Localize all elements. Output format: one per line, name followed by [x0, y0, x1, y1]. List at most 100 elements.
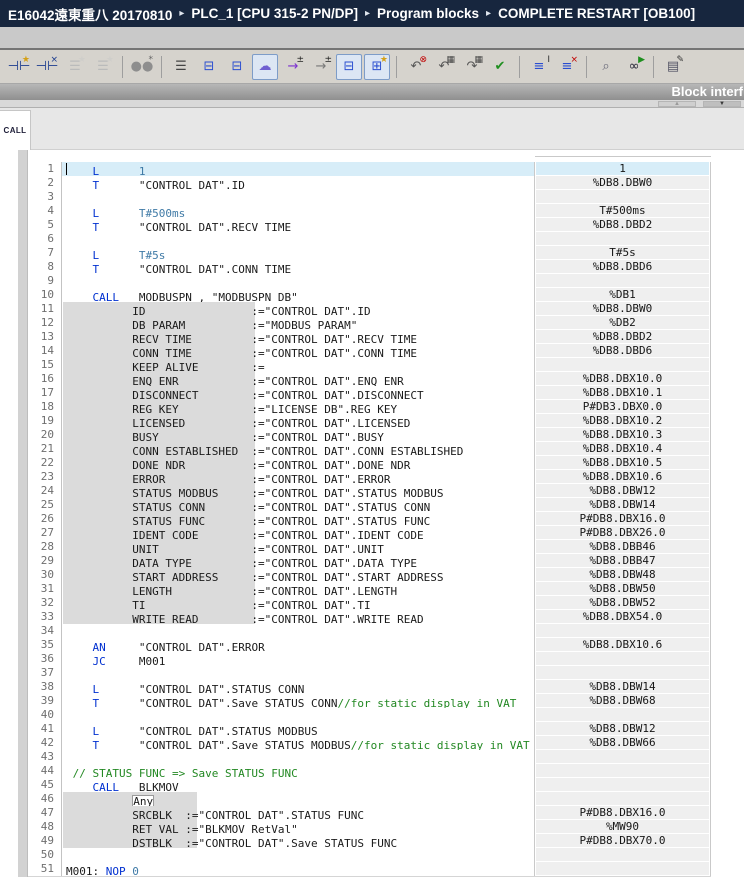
- code-line[interactable]: 28 UNIT :="CONTROL_DAT".UNIT%DB8.DBB46: [28, 540, 711, 554]
- code-cell[interactable]: LENGTH :="CONTROL_DAT".LENGTH: [62, 582, 535, 596]
- code-cell[interactable]: T "CONTROL_DAT".Save_STATUS_CONN//for st…: [62, 694, 535, 708]
- code-line[interactable]: 19 LICENSED :="CONTROL_DAT".LICENSED%DB8…: [28, 414, 711, 428]
- code-line[interactable]: 47 SRCBLK :="CONTROL_DAT".STATUS_FUNCP#D…: [28, 806, 711, 820]
- edit-block-properties-icon[interactable]: ▤✎: [660, 54, 686, 80]
- code-line[interactable]: 2 T "CONTROL_DAT".ID%DB8.DBW0: [28, 176, 711, 190]
- insert-network-icon[interactable]: ⊣⊢★: [6, 54, 32, 80]
- code-line[interactable]: 18 REG_KEY :="LICENSE_DB".REG_KEYP#DB3.D…: [28, 400, 711, 414]
- code-cell[interactable]: L "CONTROL_DAT".STATUS_MODBUS: [62, 722, 535, 736]
- code-line[interactable]: 48 RET_VAL :="BLKMOV_RetVal"%MW90: [28, 820, 711, 834]
- code-cell[interactable]: [62, 666, 535, 680]
- previous-error-icon[interactable]: ↶⊗: [403, 54, 429, 80]
- save-and-reorganize-icon[interactable]: ↶▦: [431, 54, 457, 80]
- code-cell[interactable]: TI :="CONTROL_DAT".TI: [62, 596, 535, 610]
- code-editor[interactable]: 1 L 112 T "CONTROL_DAT".ID%DB8.DBW0 34 L …: [0, 150, 744, 885]
- find-in-block-icon[interactable]: ⌕: [593, 54, 619, 80]
- open-all-networks-icon[interactable]: ⊟: [196, 54, 222, 80]
- code-cell[interactable]: [62, 274, 535, 288]
- delete-network-icon[interactable]: ⊣⊢×: [34, 54, 60, 80]
- code-line[interactable]: 33 WRITE_READ :="CONTROL_DAT".WRITE_READ…: [28, 610, 711, 624]
- code-cell[interactable]: DB_PARAM :="MODBUS_PARAM": [62, 316, 535, 330]
- code-line[interactable]: 6: [28, 232, 711, 246]
- code-cell[interactable]: WRITE_READ :="CONTROL_DAT".WRITE_READ: [62, 610, 535, 624]
- code-line[interactable]: 44 // STATUS_FUNC => Save_STATUS_FUNC: [28, 764, 711, 778]
- code-cell[interactable]: [62, 232, 535, 246]
- code-cell[interactable]: L T#500ms: [62, 204, 535, 218]
- code-line[interactable]: 42 T "CONTROL_DAT".Save_STATUS_MODBUS//f…: [28, 736, 711, 750]
- load-block-icon[interactable]: ↷▦: [459, 54, 485, 80]
- code-line[interactable]: 4 L T#500msT#500ms: [28, 204, 711, 218]
- code-cell[interactable]: RET_VAL :="BLKMOV_RetVal": [62, 820, 535, 834]
- code-cell[interactable]: KEEP_ALIVE :=: [62, 358, 535, 372]
- code-cell[interactable]: LICENSED :="CONTROL_DAT".LICENSED: [62, 414, 535, 428]
- code-line[interactable]: 10 CALL MODBUSPN , "MODBUSPN_DB"%DB1: [28, 288, 711, 302]
- breadcrumb-item[interactable]: PLC_1 [CPU 315-2 PN/DP]: [191, 6, 358, 21]
- code-line[interactable]: 35 AN "CONTROL_DAT".ERROR%DB8.DBX10.6: [28, 638, 711, 652]
- code-line[interactable]: 50: [28, 848, 711, 862]
- code-cell[interactable]: DATA_TYPE :="CONTROL_DAT".DATA_TYPE: [62, 554, 535, 568]
- code-cell[interactable]: T "CONTROL_DAT".Save_STATUS_MODBUS//for …: [62, 736, 535, 750]
- monitor-status-off-icon[interactable]: ≡×: [554, 54, 580, 80]
- code-cell[interactable]: M001: NOP 0: [62, 862, 535, 876]
- code-line[interactable]: 11 ID :="CONTROL_DAT".ID%DB8.DBW0: [28, 302, 711, 316]
- breadcrumb-item[interactable]: Program blocks: [377, 6, 479, 21]
- code-line[interactable]: 1 L 11: [28, 162, 711, 176]
- code-cell[interactable]: // STATUS_FUNC => Save_STATUS_FUNC: [62, 764, 535, 778]
- code-cell[interactable]: START_ADDRESS :="CONTROL_DAT".START_ADDR…: [62, 568, 535, 582]
- code-line[interactable]: 30 START_ADDRESS :="CONTROL_DAT".START_A…: [28, 568, 711, 582]
- close-all-networks-icon[interactable]: ⊟: [224, 54, 250, 80]
- code-cell[interactable]: CALL MODBUSPN , "MODBUSPN_DB": [62, 288, 535, 302]
- code-cell[interactable]: CONN_TIME :="CONTROL_DAT".CONN_TIME: [62, 344, 535, 358]
- code-cell[interactable]: T "CONTROL_DAT".CONN_TIME: [62, 260, 535, 274]
- code-line[interactable]: 7 L T#5sT#5s: [28, 246, 711, 260]
- code-line[interactable]: 39 T "CONTROL_DAT".Save_STATUS_CONN//for…: [28, 694, 711, 708]
- code-line[interactable]: 36 JC M001: [28, 652, 711, 666]
- code-cell[interactable]: JC M001: [62, 652, 535, 666]
- code-cell[interactable]: STATUS_MODBUS :="CONTROL_DAT".STATUS_MOD…: [62, 484, 535, 498]
- code-line[interactable]: 49 DSTBLK :="CONTROL_DAT".Save_STATUS_FU…: [28, 834, 711, 848]
- code-line[interactable]: 51M001: NOP 0: [28, 862, 711, 876]
- code-cell[interactable]: [62, 848, 535, 862]
- code-line[interactable]: 46 Any: [28, 792, 711, 806]
- code-cell[interactable]: REG_KEY :="LICENSE_DB".REG_KEY: [62, 400, 535, 414]
- symbol-selection-icon[interactable]: ⊞★: [364, 54, 390, 80]
- code-cell[interactable]: [62, 708, 535, 722]
- code-cell[interactable]: SRCBLK :="CONTROL_DAT".STATUS_FUNC: [62, 806, 535, 820]
- code-line[interactable]: 34: [28, 624, 711, 638]
- code-line[interactable]: 9: [28, 274, 711, 288]
- panel-collapse-down-button[interactable]: ▼: [703, 101, 741, 107]
- code-line[interactable]: 5 T "CONTROL_DAT".RECV_TIME%DB8.DBD2: [28, 218, 711, 232]
- monitor-status-on-icon[interactable]: ≡I: [526, 54, 552, 80]
- breadcrumb-item[interactable]: COMPLETE RESTART [OB100]: [498, 6, 695, 21]
- code-line[interactable]: 23 ERROR :="CONTROL_DAT".ERROR%DB8.DBX10…: [28, 470, 711, 484]
- code-line[interactable]: 21 CONN_ESTABLISHED :="CONTROL_DAT".CONN…: [28, 442, 711, 456]
- code-cell[interactable]: BUSY :="CONTROL_DAT".BUSY: [62, 428, 535, 442]
- code-cell[interactable]: AN "CONTROL_DAT".ERROR: [62, 638, 535, 652]
- code-cell[interactable]: DONE_NDR :="CONTROL_DAT".DONE_NDR: [62, 456, 535, 470]
- code-cell[interactable]: ENQ_ENR :="CONTROL_DAT".ENQ_ENR: [62, 372, 535, 386]
- code-line[interactable]: 14 CONN_TIME :="CONTROL_DAT".CONN_TIME%D…: [28, 344, 711, 358]
- code-cell[interactable]: Any: [62, 792, 535, 806]
- code-line[interactable]: 8 T "CONTROL_DAT".CONN_TIME%DB8.DBD6: [28, 260, 711, 274]
- code-line[interactable]: 13 RECV_TIME :="CONTROL_DAT".RECV_TIME%D…: [28, 330, 711, 344]
- code-line[interactable]: 31 LENGTH :="CONTROL_DAT".LENGTH%DB8.DBW…: [28, 582, 711, 596]
- code-line[interactable]: 27 IDENT_CODE :="CONTROL_DAT".IDENT_CODE…: [28, 526, 711, 540]
- monitor-glasses-icon[interactable]: ∞▶: [621, 54, 647, 80]
- consistency-check-icon[interactable]: ✔: [487, 54, 513, 80]
- code-cell[interactable]: T "CONTROL_DAT".ID: [62, 176, 535, 190]
- code-cell[interactable]: DSTBLK :="CONTROL_DAT".Save_STATUS_FUNC: [62, 834, 535, 848]
- code-line[interactable]: 29 DATA_TYPE :="CONTROL_DAT".DATA_TYPE%D…: [28, 554, 711, 568]
- breadcrumb-item[interactable]: E16042遠東重八 20170810: [8, 4, 172, 24]
- code-line[interactable]: 45 CALL BLKMOV: [28, 778, 711, 792]
- code-line[interactable]: 16 ENQ_ENR :="CONTROL_DAT".ENQ_ENR%DB8.D…: [28, 372, 711, 386]
- code-line[interactable]: 41 L "CONTROL_DAT".STATUS_MODBUS%DB8.DBW…: [28, 722, 711, 736]
- program-structure-icon[interactable]: ☰: [168, 54, 194, 80]
- code-cell[interactable]: T "CONTROL_DAT".RECV_TIME: [62, 218, 535, 232]
- any-type-field[interactable]: Any: [132, 795, 154, 806]
- code-cell[interactable]: IDENT_CODE :="CONTROL_DAT".IDENT_CODE: [62, 526, 535, 540]
- code-cell[interactable]: UNIT :="CONTROL_DAT".UNIT: [62, 540, 535, 554]
- code-line[interactable]: 37: [28, 666, 711, 680]
- code-line[interactable]: 17 DISCONNECT :="CONTROL_DAT".DISCONNECT…: [28, 386, 711, 400]
- code-line[interactable]: 38 L "CONTROL_DAT".STATUS_CONN%DB8.DBW14: [28, 680, 711, 694]
- code-cell[interactable]: CALL BLKMOV: [62, 778, 535, 792]
